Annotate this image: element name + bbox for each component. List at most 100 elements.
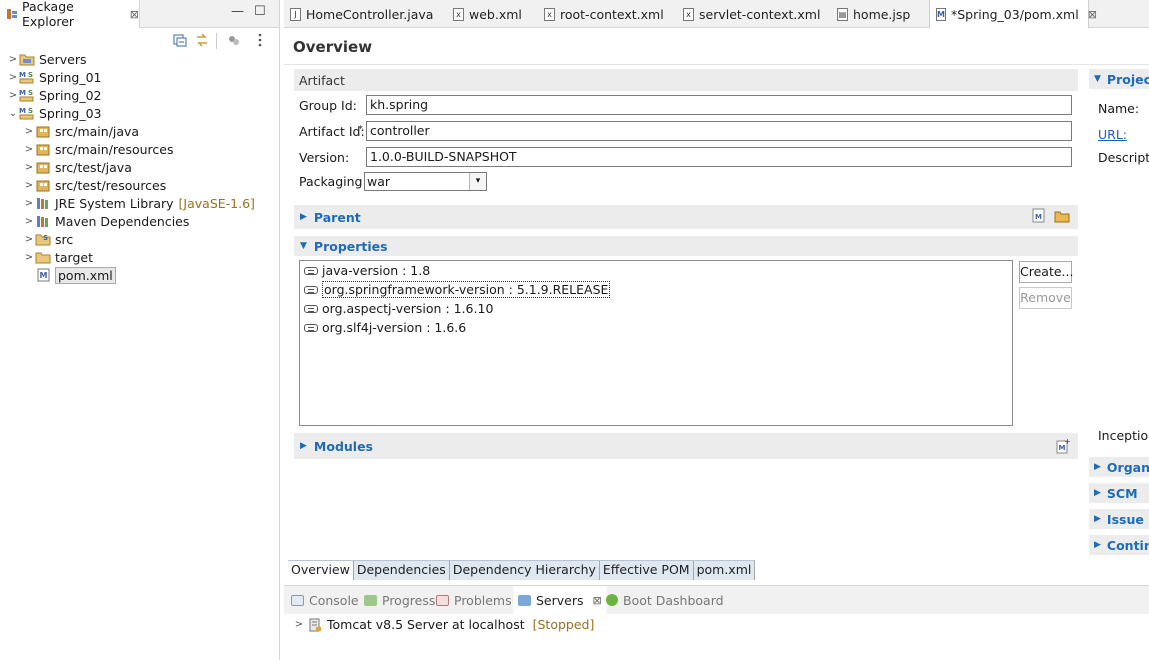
minimize-icon[interactable]: —: [231, 4, 244, 19]
source-folder-icon: [36, 126, 50, 138]
link-with-editor-icon[interactable]: [195, 33, 209, 47]
chevron-right-icon[interactable]: >: [23, 180, 35, 191]
chevron-right-icon[interactable]: >: [293, 619, 305, 630]
expand-arrow-icon[interactable]: ▶: [300, 441, 307, 451]
chevron-down-icon[interactable]: ▾: [469, 173, 486, 190]
expand-arrow-icon[interactable]: ▶: [1094, 514, 1101, 524]
chevron-right-icon[interactable]: >: [23, 234, 35, 245]
parent-section-header[interactable]: ▶ Parent: [294, 205, 1078, 229]
tree-item-pom-xml[interactable]: M pom.xml: [0, 266, 280, 284]
focus-icon[interactable]: [227, 33, 241, 47]
chevron-right-icon[interactable]: >: [23, 252, 35, 263]
tab-problems[interactable]: Problems: [436, 586, 512, 614]
tree-item-jre-library[interactable]: > JRE System Library [JavaSE-1.6]: [0, 194, 280, 212]
tab-overview[interactable]: Overview: [288, 561, 354, 580]
boot-dashboard-icon: [606, 594, 618, 606]
editor-tab-root-context[interactable]: x root-context.xml: [538, 0, 664, 28]
chevron-right-icon[interactable]: >: [23, 126, 35, 137]
add-module-icon[interactable]: M+: [1056, 438, 1070, 454]
chevron-right-icon[interactable]: >: [7, 72, 19, 83]
close-icon[interactable]: ⊠: [130, 8, 139, 21]
chevron-right-icon[interactable]: >: [23, 216, 35, 227]
tree-item-spring-03[interactable]: ⌄ MS Spring_03: [0, 104, 280, 122]
list-item[interactable]: java-version : 1.8: [300, 261, 1012, 280]
package-explorer-tabbar: Package Explorer ⊠ — ☐: [0, 0, 279, 29]
server-row[interactable]: > Tomcat v8.5 Server at localhost [Stopp…: [293, 617, 595, 632]
xml-file-icon: x: [453, 7, 464, 21]
scm-section-header[interactable]: ▶ SCM: [1089, 483, 1149, 503]
chevron-right-icon[interactable]: >: [23, 198, 35, 209]
expand-arrow-icon[interactable]: ▶: [300, 212, 307, 222]
chevron-right-icon[interactable]: >: [7, 54, 19, 65]
list-item[interactable]: org.aspectj-version : 1.6.10: [300, 299, 1012, 318]
artifact-header-label: Artifact: [299, 72, 345, 88]
tree-item-src-main-resources[interactable]: > src/main/resources: [0, 140, 280, 158]
package-explorer-tab[interactable]: Package Explorer ⊠: [0, 0, 140, 29]
editor-tab-servlet-context[interactable]: x servlet-context.xml: [677, 0, 820, 28]
package-explorer-title: Package Explorer: [22, 0, 75, 29]
tab-pom-xml[interactable]: pom.xml: [694, 561, 756, 580]
tab-progress[interactable]: Progress: [364, 586, 435, 614]
tree-item-maven-dependencies[interactable]: > Maven Dependencies: [0, 212, 280, 230]
required-marker-icon: *: [358, 124, 363, 135]
editor-tab-home-jsp[interactable]: ▤ home.jsp: [831, 0, 910, 28]
properties-list[interactable]: java-version : 1.8 org.springframework-v…: [299, 260, 1013, 426]
tab-label: Servers: [536, 592, 584, 608]
chevron-right-icon[interactable]: >: [23, 144, 35, 155]
project-url-link[interactable]: URL:: [1098, 127, 1127, 142]
tree-item-target[interactable]: > target: [0, 248, 280, 266]
tree-item-src-main-java[interactable]: > src/main/java: [0, 122, 280, 140]
organization-section-header[interactable]: ▶ Organiz: [1089, 457, 1149, 477]
continuous-integration-section-header[interactable]: ▶ Continu: [1089, 535, 1149, 555]
properties-section-header[interactable]: ▼ Properties: [294, 236, 1078, 256]
project-header-label: Project: [1106, 71, 1149, 87]
property-icon: [304, 304, 318, 313]
view-menu-icon[interactable]: [255, 33, 269, 47]
remove-property-button[interactable]: Remove: [1019, 287, 1072, 309]
collapse-arrow-icon[interactable]: ▼: [1094, 74, 1101, 84]
tab-dependency-hierarchy[interactable]: Dependency Hierarchy: [450, 561, 600, 580]
tab-console[interactable]: Console: [291, 586, 359, 614]
chevron-right-icon[interactable]: >: [23, 162, 35, 173]
tree-item-spring-02[interactable]: > MS Spring_02: [0, 86, 280, 104]
tab-boot-dashboard[interactable]: Boot Dashboard: [606, 586, 724, 614]
tree-item-src[interactable]: > S src: [0, 230, 280, 248]
close-icon[interactable]: ⊠: [593, 594, 602, 607]
editor-tab-pom-xml[interactable]: M *Spring_03/pom.xml ⊠: [929, 0, 1097, 28]
editor-tab-web-xml[interactable]: x web.xml: [447, 0, 522, 28]
issue-management-section-header[interactable]: ▶ Issue M: [1089, 509, 1149, 529]
expand-arrow-icon[interactable]: ▶: [1094, 462, 1101, 472]
collapse-arrow-icon[interactable]: ▼: [300, 241, 307, 251]
source-folder-icon: [36, 180, 50, 192]
group-id-field[interactable]: kh.spring: [366, 95, 1072, 115]
tab-dependencies[interactable]: Dependencies: [354, 561, 450, 580]
collapse-all-icon[interactable]: [173, 33, 187, 47]
modules-section-header[interactable]: ▶ Modules: [294, 433, 1078, 459]
packaging-select[interactable]: war ▾: [364, 172, 487, 191]
artifact-id-field[interactable]: controller: [366, 121, 1072, 141]
editor-area: J HomeController.java x web.xml x root-c…: [284, 0, 1149, 660]
list-item[interactable]: org.slf4j-version : 1.6.6: [300, 318, 1012, 337]
tree-item-servers[interactable]: > Servers: [0, 50, 280, 68]
list-item[interactable]: org.springframework-version : 5.1.9.RELE…: [300, 280, 1012, 299]
editor-tab-home-controller[interactable]: J HomeController.java: [284, 0, 433, 28]
expand-arrow-icon[interactable]: ▶: [1094, 540, 1101, 550]
create-property-button[interactable]: Create...: [1019, 261, 1073, 283]
tree-item-src-test-java[interactable]: > src/test/java: [0, 158, 280, 176]
chevron-right-icon[interactable]: >: [7, 90, 19, 101]
server-label: Tomcat v8.5 Server at localhost: [327, 617, 525, 632]
open-folder-icon[interactable]: [1054, 209, 1070, 223]
project-section-header[interactable]: ▼ Project: [1089, 69, 1149, 89]
tab-effective-pom[interactable]: Effective POM: [600, 561, 694, 580]
maximize-icon[interactable]: ☐: [254, 4, 266, 19]
expand-arrow-icon[interactable]: ▶: [1094, 488, 1101, 498]
close-icon[interactable]: ⊠: [1088, 8, 1097, 21]
tree-item-spring-01[interactable]: > MS Spring_01: [0, 68, 280, 86]
tree-item-src-test-resources[interactable]: > src/test/resources: [0, 176, 280, 194]
select-parent-icon[interactable]: M: [1032, 208, 1046, 224]
version-field[interactable]: 1.0.0-BUILD-SNAPSHOT: [366, 147, 1072, 167]
tab-servers[interactable]: Servers ⊠: [513, 586, 607, 614]
chevron-down-icon[interactable]: ⌄: [7, 108, 19, 119]
property-label: java-version : 1.8: [322, 263, 431, 278]
pom-editor: Overview Artifact Group Id: kh.spring Ar…: [284, 28, 1149, 560]
